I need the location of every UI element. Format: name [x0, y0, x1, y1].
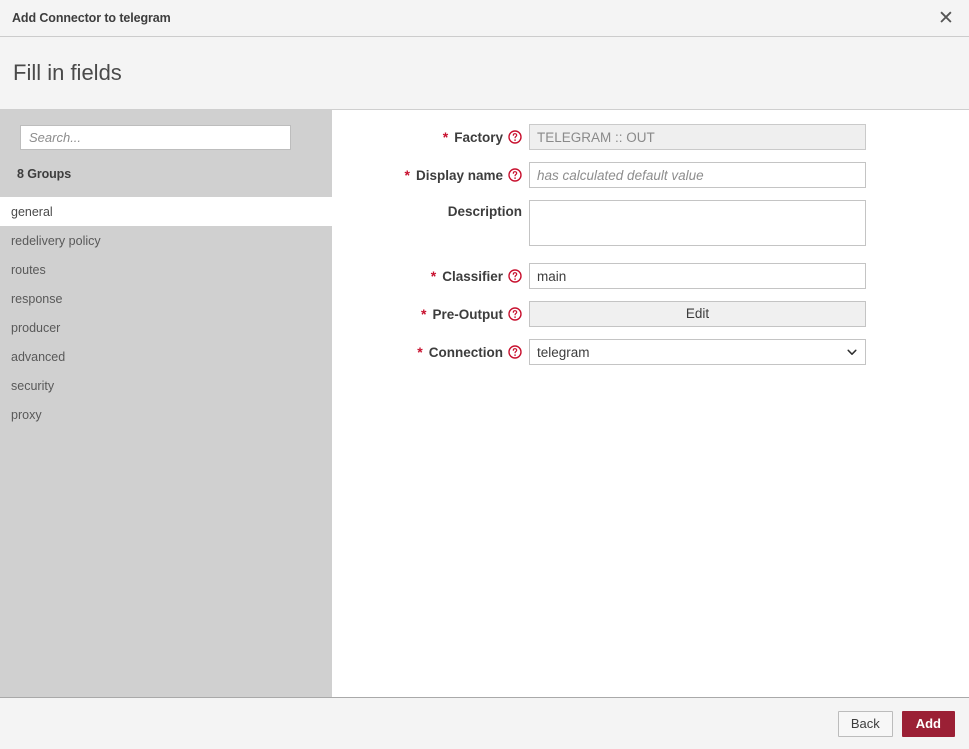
field-row-connection: * Connection telegram — [332, 339, 969, 365]
sidebar-item-security[interactable]: security — [0, 371, 332, 400]
sidebar-item-label: response — [11, 292, 62, 306]
display-name-input[interactable] — [529, 162, 866, 188]
description-control — [529, 200, 866, 251]
sidebar-item-routes[interactable]: routes — [0, 255, 332, 284]
sidebar-item-label: advanced — [11, 350, 65, 364]
classifier-control — [529, 263, 866, 289]
required-marker: * — [417, 344, 422, 360]
sidebar-item-advanced[interactable]: advanced — [0, 342, 332, 371]
sidebar-item-label: routes — [11, 263, 46, 277]
factory-input — [529, 124, 866, 150]
sidebar-item-general[interactable]: general — [0, 197, 332, 226]
classifier-label: * Classifier — [332, 263, 529, 289]
fields-form: * Factory * — [332, 110, 969, 697]
connection-select-wrap: telegram — [529, 339, 866, 365]
description-label-text: Description — [448, 204, 522, 219]
factory-label: * Factory — [332, 124, 529, 150]
sidebar-item-proxy[interactable]: proxy — [0, 400, 332, 429]
field-row-display-name: * Display name — [332, 162, 969, 188]
description-textarea[interactable] — [529, 200, 866, 246]
groups-sidebar: 8 Groups general redelivery policy route… — [0, 110, 332, 697]
sidebar-header: 8 Groups — [0, 110, 332, 197]
display-name-control — [529, 162, 866, 188]
close-icon[interactable]: ✕ — [923, 0, 969, 36]
field-row-pre-output: * Pre-Output Edit — [332, 301, 969, 327]
help-circle-icon[interactable] — [508, 168, 522, 182]
dialog-title: Add Connector to telegram — [12, 11, 171, 25]
pre-output-edit-button[interactable]: Edit — [529, 301, 866, 327]
dialog-titlebar: Add Connector to telegram ✕ — [0, 0, 969, 37]
group-list: general redelivery policy routes respons… — [0, 197, 332, 697]
sidebar-item-redelivery-policy[interactable]: redelivery policy — [0, 226, 332, 255]
help-circle-icon[interactable] — [508, 269, 522, 283]
search-container — [0, 125, 332, 150]
required-marker: * — [421, 306, 426, 322]
sidebar-item-label: producer — [11, 321, 60, 335]
help-circle-icon[interactable] — [508, 130, 522, 144]
description-label: Description — [332, 200, 529, 219]
connection-select[interactable]: telegram — [529, 339, 866, 365]
dialog-subheader: Fill in fields — [0, 37, 969, 110]
factory-control — [529, 124, 866, 150]
pre-output-control: Edit — [529, 301, 866, 327]
connection-label-text: Connection — [429, 345, 503, 360]
group-count-label: 8 Groups — [0, 150, 332, 197]
sidebar-item-producer[interactable]: producer — [0, 313, 332, 342]
required-marker: * — [431, 268, 436, 284]
sidebar-filler — [0, 429, 332, 697]
help-circle-icon[interactable] — [508, 307, 522, 321]
required-marker: * — [443, 129, 448, 145]
dialog-footer: Back Add — [0, 697, 969, 749]
add-connector-dialog: Add Connector to telegram ✕ Fill in fiel… — [0, 0, 969, 749]
pre-output-label: * Pre-Output — [332, 301, 529, 327]
sidebar-item-label: general — [11, 205, 53, 219]
classifier-input[interactable] — [529, 263, 866, 289]
display-name-label: * Display name — [332, 162, 529, 188]
field-row-classifier: * Classifier — [332, 263, 969, 289]
classifier-label-text: Classifier — [442, 269, 503, 284]
help-circle-icon[interactable] — [508, 345, 522, 359]
factory-label-text: Factory — [454, 130, 503, 145]
back-button[interactable]: Back — [838, 711, 893, 737]
search-input[interactable] — [20, 125, 291, 150]
required-marker: * — [405, 167, 410, 183]
connection-control: telegram — [529, 339, 866, 365]
pre-output-label-text: Pre-Output — [433, 307, 504, 322]
sidebar-item-label: security — [11, 379, 54, 393]
dialog-body: 8 Groups general redelivery policy route… — [0, 110, 969, 697]
add-button[interactable]: Add — [902, 711, 955, 737]
field-row-factory: * Factory — [332, 124, 969, 150]
page-title: Fill in fields — [13, 60, 122, 86]
sidebar-item-label: proxy — [11, 408, 42, 422]
sidebar-item-label: redelivery policy — [11, 234, 101, 248]
connection-label: * Connection — [332, 339, 529, 365]
sidebar-item-response[interactable]: response — [0, 284, 332, 313]
field-row-description: Description — [332, 200, 969, 251]
display-name-label-text: Display name — [416, 168, 503, 183]
